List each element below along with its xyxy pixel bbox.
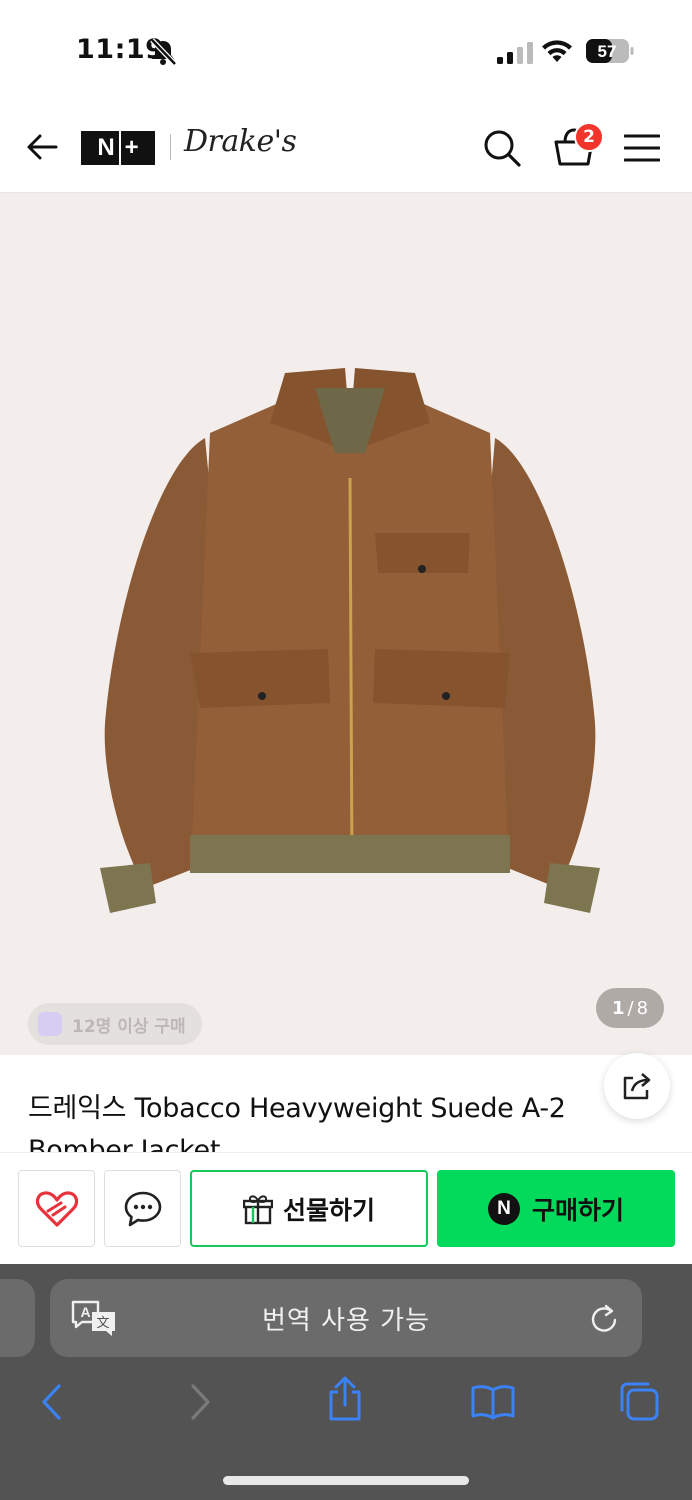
- gift-button[interactable]: 선물하기: [190, 1170, 428, 1247]
- logo-divider: [170, 134, 171, 160]
- share-icon: [623, 1073, 651, 1100]
- gift-button-label: 선물하기: [282, 1195, 375, 1225]
- image-total: 8: [636, 997, 649, 1019]
- previous-tab-preview[interactable]: [0, 1279, 35, 1357]
- gift-icon: [242, 1194, 273, 1224]
- image-current-index: 1: [611, 997, 625, 1019]
- heart-icon: [35, 1190, 78, 1227]
- wifi-icon: [542, 40, 572, 62]
- buyers-count-badge: 12명 이상 구매: [28, 1003, 202, 1045]
- address-bar-text: 번역 사용 가능: [261, 1305, 431, 1336]
- home-indicator[interactable]: [223, 1476, 469, 1485]
- status-bar: 11:19 57: [0, 0, 692, 100]
- bookmarks-icon[interactable]: [470, 1384, 516, 1420]
- product-title-area: 드레익스 Tobacco Heavyweight Suede A-2 Bombe…: [0, 1055, 692, 1152]
- tabs-icon[interactable]: [618, 1380, 660, 1422]
- arrow-left-icon[interactable]: [24, 129, 60, 165]
- wishlist-button[interactable]: [18, 1170, 95, 1247]
- talk-talk-button[interactable]: [104, 1170, 181, 1247]
- image-counter: 1 / 8: [596, 988, 664, 1028]
- product-image-gallery[interactable]: 12명 이상 구매 1 / 8: [0, 193, 692, 1055]
- product-title: 드레익스 Tobacco Heavyweight Suede A-2 Bombe…: [28, 1093, 566, 1152]
- search-icon[interactable]: [482, 128, 522, 168]
- browser-bottom-bar: A 文 번역 사용 가능: [0, 1264, 692, 1500]
- bell-off-icon: [150, 38, 177, 66]
- browser-share-icon[interactable]: [326, 1376, 364, 1422]
- image-counter-separator: /: [627, 997, 634, 1019]
- hamburger-menu-icon[interactable]: [624, 133, 660, 163]
- purchase-action-bar: 선물하기 N 구매하기: [0, 1152, 692, 1264]
- reload-icon[interactable]: [590, 1302, 620, 1334]
- buy-button[interactable]: N 구매하기: [437, 1170, 675, 1247]
- shopping-bag-icon: [38, 1012, 62, 1036]
- brand-name[interactable]: Drake's: [184, 124, 297, 159]
- cart-count-badge: 2: [574, 122, 604, 152]
- cellular-signal-icon: [497, 42, 533, 64]
- battery-icon: 57: [586, 39, 634, 63]
- buy-button-label: 구매하기: [531, 1195, 624, 1225]
- buyers-count-text: 12명 이상 구매: [72, 1016, 186, 1037]
- naver-pay-icon: N: [487, 1192, 520, 1225]
- product-jacket-image: [100, 368, 600, 913]
- share-button[interactable]: [604, 1053, 670, 1119]
- address-bar[interactable]: A 文 번역 사용 가능: [50, 1279, 642, 1357]
- browser-back-icon[interactable]: [38, 1382, 66, 1422]
- browser-forward-icon[interactable]: [186, 1382, 214, 1422]
- store-logo[interactable]: N +: [81, 131, 155, 165]
- battery-level: 57: [598, 42, 617, 61]
- chat-bubble-icon: [124, 1191, 161, 1226]
